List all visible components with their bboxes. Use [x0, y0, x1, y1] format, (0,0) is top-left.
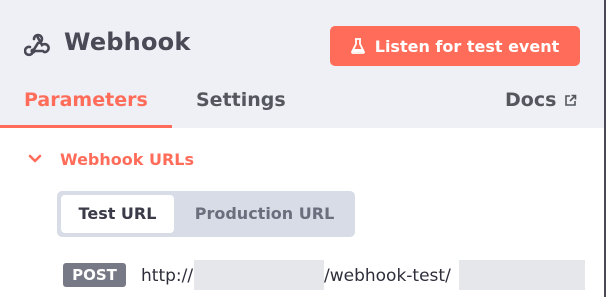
active-tab-indicator: [0, 125, 172, 128]
webhook-icon: [24, 33, 50, 57]
tab-parameters[interactable]: Parameters: [24, 89, 148, 111]
webhook-url-path[interactable]: /webhook-test/: [324, 266, 451, 286]
external-link-icon: [565, 94, 577, 106]
tab-docs-label: Docs: [505, 89, 557, 111]
test-url-option[interactable]: Test URL: [61, 195, 174, 233]
http-method-badge: POST: [63, 263, 126, 287]
webhook-url-prefix[interactable]: http://: [141, 266, 193, 286]
panel-header: Webhook Listen for test event Parameters…: [0, 0, 606, 128]
node-title: Webhook: [64, 28, 191, 56]
redacted-webhook-id: [459, 260, 585, 290]
webhook-urls-section-title[interactable]: Webhook URLs: [60, 150, 194, 169]
chevron-down-icon[interactable]: [28, 154, 42, 164]
flask-icon: [350, 38, 365, 54]
redacted-host: [194, 260, 324, 290]
url-type-toggle: Test URL Production URL: [57, 191, 355, 237]
node-settings-panel: Webhook Listen for test event Parameters…: [0, 0, 606, 297]
listen-for-test-event-button[interactable]: Listen for test event: [330, 26, 580, 66]
tab-settings[interactable]: Settings: [196, 89, 286, 111]
production-url-option[interactable]: Production URL: [182, 195, 347, 233]
listen-button-label: Listen for test event: [374, 36, 560, 56]
tab-docs[interactable]: Docs: [505, 89, 577, 111]
